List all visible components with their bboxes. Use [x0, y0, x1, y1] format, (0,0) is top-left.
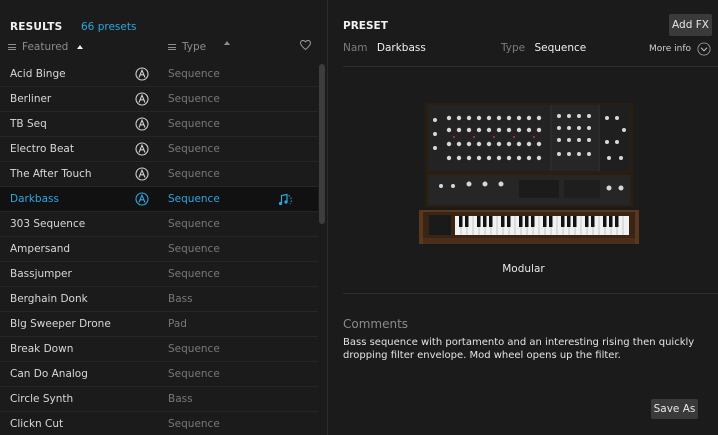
modular-synth-image — [419, 103, 639, 244]
preset-row[interactable]: Circle Synth Bass — [0, 387, 318, 412]
preset-name: Blg Sweeper Drone — [10, 318, 111, 330]
type-column-header[interactable]: Type — [168, 41, 206, 53]
chevron-down-icon — [697, 42, 711, 56]
results-scrollbar[interactable] — [319, 64, 325, 224]
preset-panel: PRESET Add FX Nam Darkbass Type Sequence… — [329, 0, 718, 435]
sort-ascending-icon — [77, 45, 84, 49]
arturia-logo-icon — [135, 117, 149, 131]
preset-row[interactable]: Darkbass Sequence — [0, 187, 318, 212]
preset-type: Sequence — [168, 118, 220, 130]
preset-type: Pad — [168, 318, 187, 330]
preset-name: Break Down — [10, 343, 74, 355]
preset-name: Darkbass — [10, 193, 59, 205]
more-info-label: More info — [649, 44, 692, 54]
preset-name: The After Touch — [10, 168, 92, 180]
preset-type: Sequence — [168, 68, 220, 80]
preset-row[interactable]: 303 Sequence Sequence — [0, 212, 318, 237]
comments-divider — [343, 293, 718, 294]
type-menu-icon — [168, 44, 176, 50]
preset-name: Berghain Donk — [10, 293, 88, 305]
preset-title: PRESET — [343, 20, 388, 32]
preset-name: Circle Synth — [10, 393, 74, 405]
comments-text[interactable]: Bass sequence with portamento and an int… — [343, 336, 709, 362]
preset-row[interactable]: Berliner Sequence — [0, 87, 318, 112]
preset-type: Sequence — [168, 143, 220, 155]
preset-name: Bassjumper — [10, 268, 72, 280]
preset-name: Ampersand — [10, 243, 71, 255]
arturia-logo-icon — [135, 142, 149, 156]
preset-row[interactable]: The After Touch Sequence — [0, 162, 318, 187]
preset-type: Sequence — [168, 418, 220, 430]
arturia-logo-icon — [135, 192, 149, 206]
more-info-button[interactable]: More info — [649, 42, 711, 56]
results-title: RESULTS — [10, 21, 63, 33]
preset-name-value[interactable]: Darkbass — [377, 42, 426, 54]
featured-menu-icon — [8, 44, 16, 50]
preset-row[interactable]: Break Down Sequence — [0, 337, 318, 362]
header-divider — [343, 66, 718, 67]
preset-type: Sequence — [168, 368, 220, 380]
synth-model-name: Modular — [502, 263, 545, 275]
type-column-label: Type — [182, 41, 207, 53]
preset-type: Sequence — [168, 193, 220, 205]
preset-type-field: Type Sequence — [501, 42, 586, 54]
preset-type: Bass — [168, 393, 193, 405]
comments-label: Comments — [343, 317, 409, 331]
preset-type: Sequence — [168, 343, 220, 355]
preset-type: Sequence — [168, 243, 220, 255]
preset-row[interactable]: Bassjumper Sequence — [0, 262, 318, 287]
preset-type-value[interactable]: Sequence — [534, 42, 586, 54]
preset-type-label: Type — [501, 42, 526, 54]
preset-row[interactable]: Clickn Cut Sequence — [0, 412, 318, 435]
playing-indicator-icon[interactable] — [278, 192, 294, 207]
save-as-button[interactable]: Save As — [651, 399, 698, 419]
preset-name: 303 Sequence — [10, 218, 86, 230]
preset-row[interactable]: Acid Binge Sequence — [0, 62, 318, 87]
preset-type: Bass — [168, 293, 193, 305]
preset-row[interactable]: Ampersand Sequence — [0, 237, 318, 262]
preset-row[interactable]: Electro Beat Sequence — [0, 137, 318, 162]
preset-row[interactable]: Blg Sweeper Drone Pad — [0, 312, 318, 337]
preset-type: Sequence — [168, 218, 220, 230]
preset-name: Electro Beat — [10, 143, 74, 155]
preset-name: Can Do Analog — [10, 368, 88, 380]
preset-row[interactable]: Can Do Analog Sequence — [0, 362, 318, 387]
preset-name: Clickn Cut — [10, 418, 64, 430]
sort-icon — [224, 41, 230, 45]
results-header: RESULTS 66 presets Featured Type — [0, 0, 328, 56]
preset-type: Sequence — [168, 93, 220, 105]
featured-column-label: Featured — [22, 41, 69, 53]
favorites-column-header[interactable] — [300, 40, 311, 50]
preset-name: TB Seq — [10, 118, 47, 130]
preset-row[interactable]: Berghain Donk Bass — [0, 287, 318, 312]
preset-name: Berliner — [10, 93, 52, 105]
featured-column-header[interactable]: Featured — [8, 41, 84, 53]
preset-name-field: Nam Darkbass — [343, 42, 426, 54]
preset-type: Sequence — [168, 168, 220, 180]
preset-row[interactable]: TB Seq Sequence — [0, 112, 318, 137]
arturia-logo-icon — [135, 67, 149, 81]
arturia-logo-icon — [135, 167, 149, 181]
preset-name-label: Nam — [343, 42, 368, 54]
add-fx-button[interactable]: Add FX — [669, 14, 712, 36]
results-count: 66 presets — [81, 21, 137, 33]
preset-name: Acid Binge — [10, 68, 66, 80]
type-sort-button[interactable] — [224, 41, 230, 45]
results-panel: RESULTS 66 presets Featured Type Acid Bi… — [0, 0, 328, 435]
heart-icon — [300, 40, 311, 50]
arturia-logo-icon — [135, 92, 149, 106]
preset-list: Acid Binge Sequence Berliner Sequence TB Seq… — [0, 62, 328, 435]
preset-type: Sequence — [168, 268, 220, 280]
